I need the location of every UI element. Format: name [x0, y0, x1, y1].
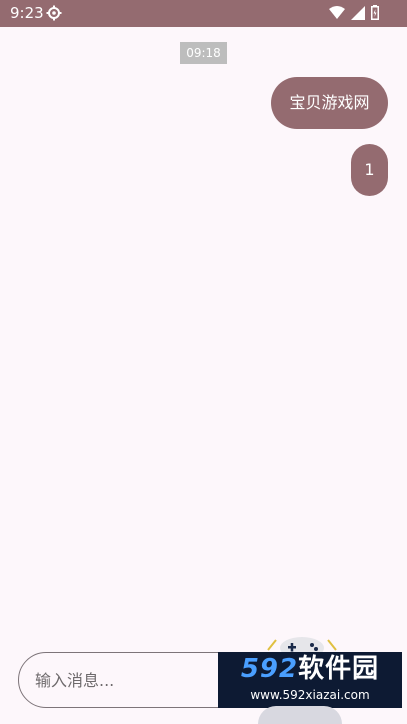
message-timestamp: 09:18: [180, 42, 227, 64]
watermark-url: www.592xiazai.com: [250, 688, 370, 702]
watermark-base: [258, 706, 342, 724]
watermark-digits: 592: [240, 654, 299, 684]
message-bubble[interactable]: 1: [351, 144, 388, 196]
watermark-name: 软件园: [298, 654, 380, 684]
chat-area[interactable]: 09:18 宝贝游戏网 1: [0, 27, 407, 637]
wifi-icon: [329, 5, 345, 19]
gear-icon: [46, 5, 62, 21]
watermark: 592软件园 www.592xiazai.com: [218, 652, 402, 708]
signal-icon: [351, 5, 365, 20]
status-time: 9:23: [10, 4, 44, 22]
watermark-logo: 592软件园: [218, 654, 402, 684]
message-bubble[interactable]: 宝贝游戏网: [271, 77, 388, 129]
status-bar: 9:23: [0, 0, 407, 27]
battery-icon: [371, 5, 379, 20]
